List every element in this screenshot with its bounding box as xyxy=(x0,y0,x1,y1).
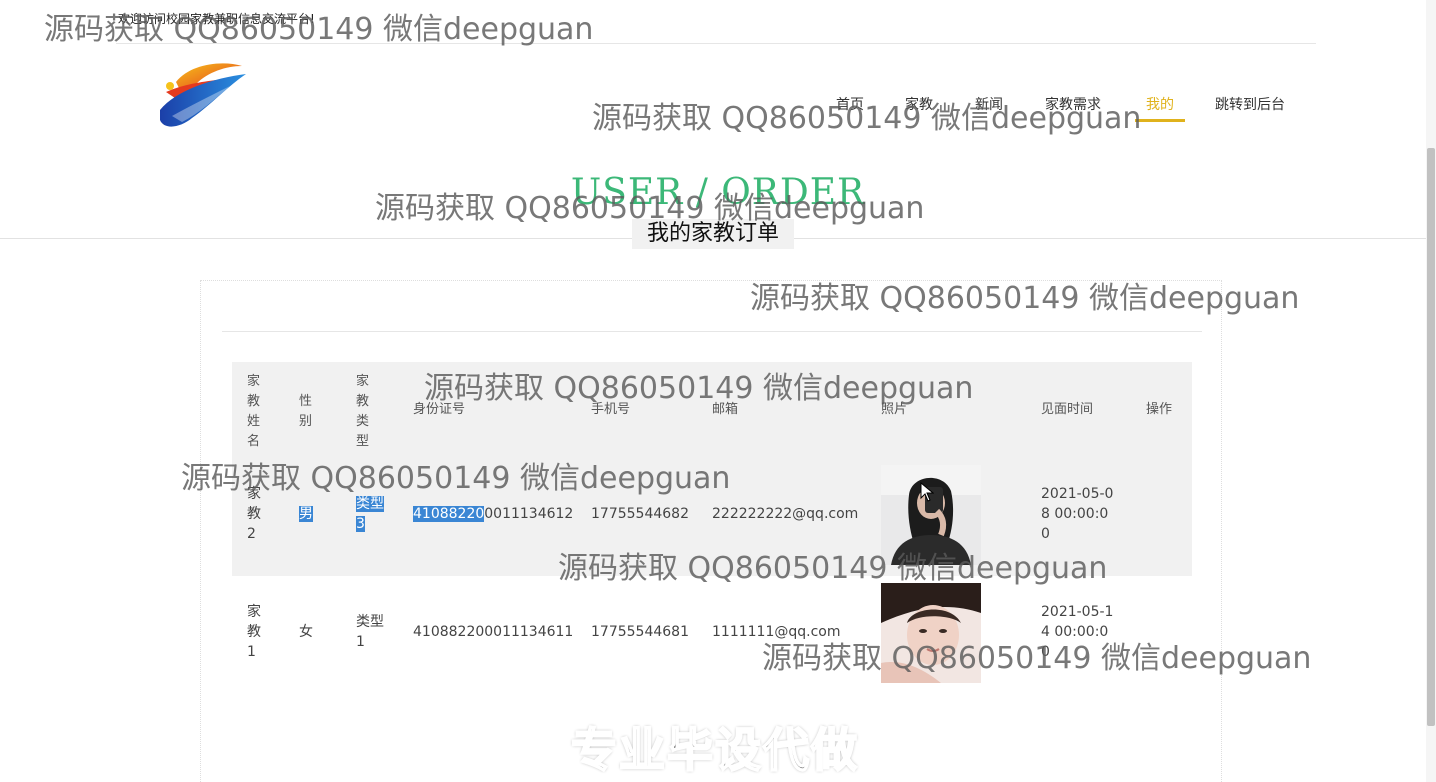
section-title: USER / ORDER xyxy=(570,172,866,213)
cell-type: 类型3 xyxy=(356,496,384,532)
header-type: 家教类型 xyxy=(356,374,370,449)
header-action: 操作 xyxy=(1146,402,1173,417)
scrollbar-thumb[interactable] xyxy=(1427,148,1435,726)
cell-email: 1111111@qq.com xyxy=(712,624,841,640)
cell-photo xyxy=(881,465,981,565)
header-sex: 性别 xyxy=(299,394,313,429)
table-header: 家教姓名 性别 家教类型 身份证号 手机号 邮箱 照片 见面时间 操作 xyxy=(232,362,1192,458)
welcome-text: 欢迎访问校园家教兼职信息交流平台! xyxy=(118,12,315,26)
cell-name: 家教1 xyxy=(247,604,261,660)
cell-sex: 女 xyxy=(299,624,313,640)
header-email: 邮箱 xyxy=(712,402,739,417)
cell-sex: 男 xyxy=(299,506,313,522)
table-row: 家教2 男 类型3 410882200011134612 17755544682… xyxy=(232,458,1192,576)
tutor-photo[interactable] xyxy=(881,465,981,565)
nav-mine[interactable]: 我的 xyxy=(1135,94,1185,122)
panel-divider xyxy=(222,331,1202,332)
page: 欢迎访问校园家教兼职信息交流平台! 首页 家教 新闻 家教需求 我的 跳转到后台… xyxy=(0,0,1436,782)
header-name: 家教姓名 xyxy=(247,374,261,449)
orders-table: 家教姓名 性别 家教类型 身份证号 手机号 邮箱 照片 见面时间 操作 家教2 … xyxy=(232,362,1192,696)
nav-tutor[interactable]: 家教 xyxy=(905,94,933,120)
cell-phone: 17755544681 xyxy=(591,624,689,640)
table-row: 家教1 女 类型1 410882200011134611 17755544681… xyxy=(232,576,1192,696)
cell-type: 类型1 xyxy=(356,614,384,650)
cell-phone: 17755544682 xyxy=(591,506,689,522)
top-divider xyxy=(116,43,1316,44)
tutor-photo[interactable] xyxy=(881,583,981,683)
nav-tutor-demand[interactable]: 家教需求 xyxy=(1045,94,1101,120)
section-subtitle: 我的家教订单 xyxy=(632,219,794,249)
nav-home[interactable]: 首页 xyxy=(836,94,864,120)
cell-id: 410882200011134611 xyxy=(413,624,574,640)
cell-id: 410882200011134612 xyxy=(413,506,574,522)
cell-time: 2021-05-14 00:00:00 xyxy=(1041,604,1114,660)
header-photo: 照片 xyxy=(881,402,908,417)
cell-time: 2021-05-08 00:00:00 xyxy=(1041,486,1114,542)
nav-news[interactable]: 新闻 xyxy=(975,94,1003,120)
header-phone: 手机号 xyxy=(591,402,631,417)
site-logo[interactable] xyxy=(156,60,250,132)
cell-photo xyxy=(881,583,981,683)
nav-admin[interactable]: 跳转到后台 xyxy=(1215,94,1285,120)
mouse-cursor-icon xyxy=(920,482,934,502)
header-time: 见面时间 xyxy=(1041,402,1094,417)
header-id: 身份证号 xyxy=(413,402,466,417)
cell-email: 222222222@qq.com xyxy=(712,506,859,522)
ad-banner: 专业毕设代做 xyxy=(570,722,859,778)
scrollbar[interactable] xyxy=(1426,0,1436,782)
cell-name: 家教2 xyxy=(247,486,261,542)
